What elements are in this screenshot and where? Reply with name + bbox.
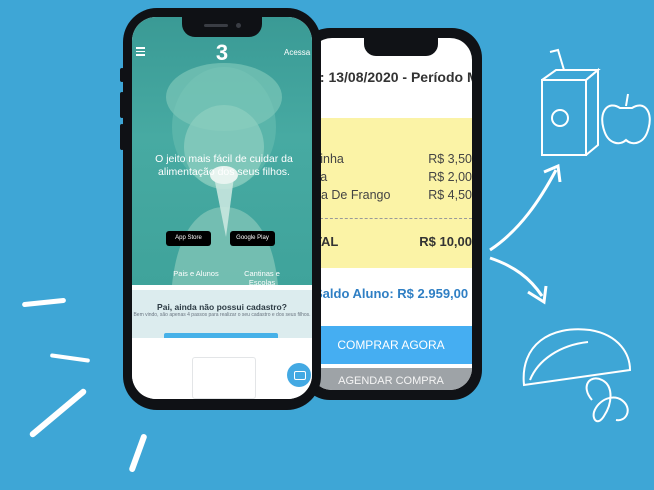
apple-icon (601, 93, 651, 145)
order-divider (310, 218, 472, 219)
order-screen: rta: 13/08/2020 - Período Manhã xinha R$… (310, 38, 472, 390)
phone-side-button (120, 124, 124, 150)
order-total-value: R$ 10,00 (419, 234, 472, 249)
card-illustration (192, 357, 256, 399)
food-doodles (489, 48, 651, 423)
order-date-title: rta: 13/08/2020 - Período Manhã (310, 69, 472, 85)
speaker-grille (204, 24, 228, 27)
promo-stage: rta: 13/08/2020 - Período Manhã xinha R$… (0, 0, 654, 490)
google-play-badge[interactable]: Google Play (230, 231, 275, 246)
role-canteens[interactable]: Cantinas e Escolas (240, 269, 284, 285)
phone-notch (364, 38, 438, 56)
phone-notch (182, 17, 262, 37)
decorative-stroke (21, 297, 67, 308)
app-store-label: App Store (175, 235, 202, 241)
landing-screen: 3 Acessa O jeito mais fácil de cuidar da… (132, 17, 312, 399)
hero-section: 3 Acessa O jeito mais fácil de cuidar da… (132, 17, 312, 285)
signup-description: Bem vindo, são apenas 4 passos para real… (133, 312, 311, 318)
arrow-icon (489, 163, 562, 305)
signup-title: Pai, ainda não possui cadastro? (157, 302, 287, 312)
access-link[interactable]: Acessa (284, 48, 310, 57)
pretzel-icon (585, 377, 629, 423)
order-item-name: ha De Frango (314, 188, 391, 202)
order-summary: xinha R$ 3,50 ça R$ 2,00 ha De Frango R$… (310, 118, 472, 268)
landing-phone: 3 Acessa O jeito mais fácil de cuidar da… (120, 8, 321, 410)
schedule-purchase-button[interactable]: AGENDAR COMPRA (310, 368, 472, 390)
decorative-stroke (28, 387, 88, 439)
phone-side-button (120, 92, 124, 118)
camera-dot (236, 23, 241, 28)
phone-side-button (120, 68, 124, 82)
hero-tagline: O jeito mais fácil de cuidar da alimenta… (155, 153, 293, 178)
logo-icon: 3 (215, 40, 229, 65)
order-phone: rta: 13/08/2020 - Período Manhã xinha R$… (300, 28, 482, 400)
chat-icon[interactable] (287, 363, 311, 387)
google-play-label: Google Play (236, 235, 269, 241)
app-store-badge[interactable]: App Store (166, 231, 211, 246)
student-balance: Saldo Aluno: R$ 2.959,00 (314, 286, 469, 301)
juice-box-icon (541, 48, 601, 156)
order-item-price: R$ 3,50 (428, 152, 472, 166)
order-item-price: R$ 4,50 (428, 188, 472, 202)
role-parents[interactable]: Pais e Alunos (172, 269, 220, 278)
decorative-stroke (128, 433, 148, 473)
taco-icon (522, 328, 632, 387)
decorative-stroke (49, 353, 91, 363)
menu-icon[interactable] (136, 47, 145, 56)
buy-now-button[interactable]: COMPRAR AGORA (310, 326, 472, 364)
order-item-price: R$ 2,00 (428, 170, 472, 184)
